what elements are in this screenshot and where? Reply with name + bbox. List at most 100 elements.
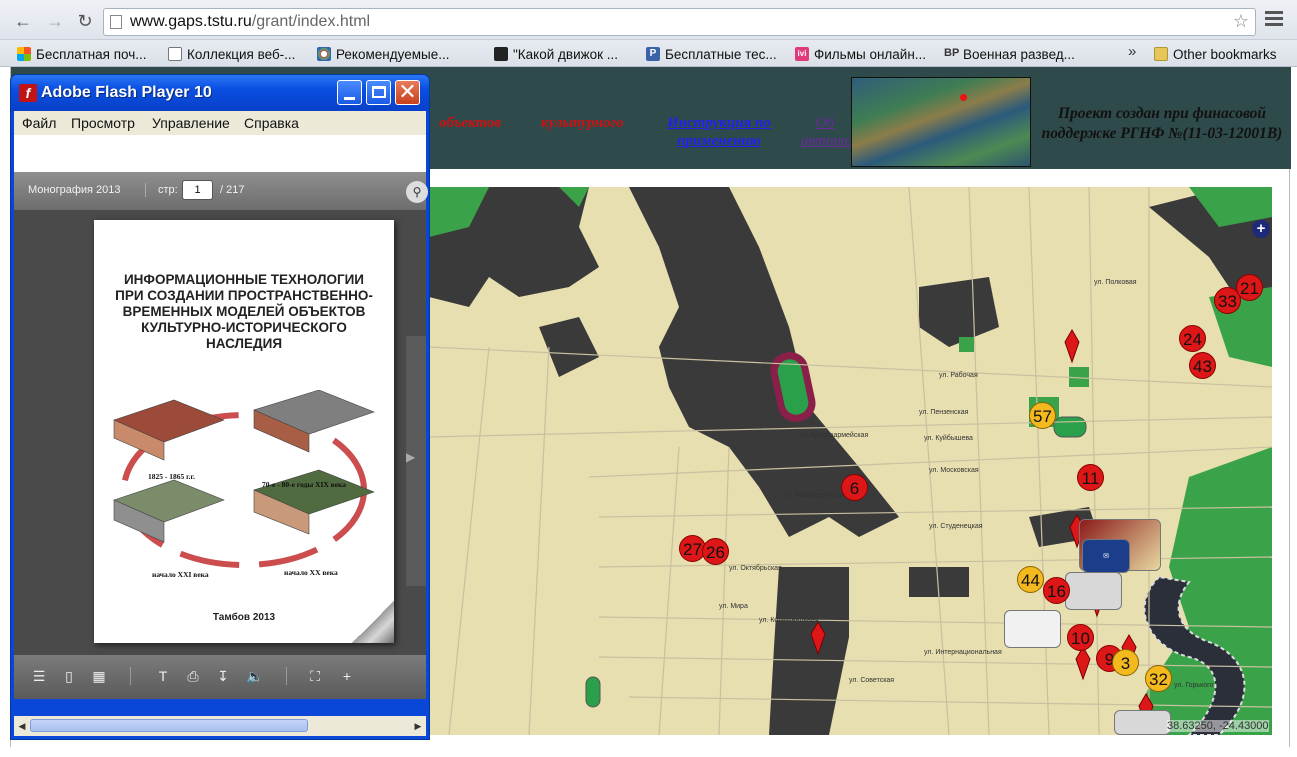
url-text: www.gaps.tstu.ru/grant/index.html xyxy=(130,13,371,30)
bookmark-item[interactable]: ivi Фильмы онлайн... xyxy=(795,45,926,63)
zoom-in-icon[interactable]: + xyxy=(338,667,356,685)
map-marker[interactable]: 24 xyxy=(1179,325,1206,352)
back-arrow-icon[interactable]: ← xyxy=(12,10,34,32)
reload-icon[interactable]: ↻ xyxy=(74,10,96,32)
graduation-cap-icon[interactable] xyxy=(1065,572,1122,610)
map-marker[interactable]: 21 xyxy=(1236,274,1263,301)
text-select-icon[interactable]: T xyxy=(154,667,172,685)
bp-icon: BP xyxy=(944,47,960,59)
book-title: ИНФОРМАЦИОННЫЕ ТЕХНОЛОГИИ ПРИ СОЗДАНИИ П… xyxy=(115,272,373,351)
street-label: ул. Рабочая xyxy=(939,372,978,379)
minimize-button[interactable] xyxy=(337,80,362,105)
scroll-left-icon[interactable]: ◀ xyxy=(15,719,29,733)
map-marker[interactable]: 32 xyxy=(1145,665,1172,692)
download-icon[interactable]: ↧ xyxy=(214,667,232,685)
bookmark-item[interactable]: Рекомендуемые... xyxy=(317,45,449,63)
map-marker[interactable]: 26 xyxy=(702,538,729,565)
graduation-cap-icon[interactable] xyxy=(1114,710,1171,735)
viewer-stage[interactable]: ИНФОРМАЦИОННЫЕ ТЕХНОЛОГИИ ПРИ СОЗДАНИИ П… xyxy=(14,210,426,655)
zoom-in-button[interactable]: + xyxy=(1252,220,1270,238)
print-icon[interactable]: ⎙ xyxy=(184,667,202,685)
scroll-right-icon[interactable]: ▶ xyxy=(411,719,425,733)
street-label: ул. Куйбышева xyxy=(924,435,973,442)
maximize-button[interactable] xyxy=(366,80,391,105)
nav-instructions-link[interactable]: Инструкция по применению xyxy=(659,114,779,150)
map-marker[interactable]: 16 xyxy=(1043,577,1070,604)
document-title: Монография 2013 xyxy=(28,184,121,196)
sound-icon[interactable]: 🔈 xyxy=(246,667,264,685)
single-page-icon[interactable]: ▯ xyxy=(60,667,78,685)
street-label: ул. Горького xyxy=(1174,682,1214,689)
address-bar[interactable]: www.gaps.tstu.ru/grant/index.html ☆ xyxy=(103,8,1256,36)
fullscreen-icon[interactable]: ⛶ xyxy=(306,667,324,685)
street-label: ул. Московская xyxy=(929,467,979,474)
book-city-year: Тамбов 2013 xyxy=(212,612,276,623)
book-cover-page[interactable]: ИНФОРМАЦИОННЫЕ ТЕХНОЛОГИИ ПРИ СОЗДАНИИ П… xyxy=(94,220,394,643)
folder-icon xyxy=(1154,47,1168,61)
toolbar-divider xyxy=(286,667,287,685)
book-cover-illustration: 1825 - 1865 г.г. 70-е - 80-е годы XIX ве… xyxy=(104,389,384,580)
menu-file[interactable]: Файл xyxy=(22,115,56,131)
map-marker[interactable]: 57 xyxy=(1029,402,1056,429)
street-label: ул. Красноармейская xyxy=(799,432,869,439)
viewer-bottom-toolbar: ☰ ▯ ▦ T ⎙ ↧ 🔈 ⛶ + xyxy=(14,655,426,699)
menu-icon[interactable] xyxy=(1265,8,1283,30)
bookmark-item[interactable]: Коллекция веб-... xyxy=(168,45,295,63)
nav-about-link[interactable]: Об авторах xyxy=(801,114,855,150)
close-button[interactable]: ✕ xyxy=(395,80,420,105)
street-label: ул. Коммунальная xyxy=(759,617,819,624)
page-icon xyxy=(110,15,122,29)
coordinates-readout: 38.63250, -24.43000 xyxy=(1167,720,1269,732)
map-marker[interactable]: 43 xyxy=(1189,352,1216,379)
viewer-top-bar: Монография 2013 стр: 1 / 217 ⚲ xyxy=(14,172,428,210)
page-curl[interactable] xyxy=(352,601,394,643)
street-label: ул. Интернациональная xyxy=(924,649,1002,656)
page-icon xyxy=(168,47,182,61)
window-title-bar[interactable]: f Adobe Flash Player 10 ✕ xyxy=(11,75,429,111)
street-label: ул. Кавалерийская xyxy=(784,492,845,499)
map-marker[interactable]: 11 xyxy=(1077,464,1104,491)
page-label: стр: xyxy=(158,184,178,196)
street-label: ул. Советская xyxy=(849,677,895,684)
street-label: ул. Полковая xyxy=(1094,279,1137,286)
world-map-image xyxy=(851,77,1031,167)
flash-menu-bar: Файл Просмотр Управление Справка xyxy=(14,111,426,135)
bookmark-item[interactable]: P Бесплатные тес... xyxy=(646,45,777,63)
windows-icon xyxy=(17,47,31,61)
other-bookmarks[interactable]: Other bookmarks xyxy=(1154,45,1277,63)
portrait-photo[interactable] xyxy=(1004,610,1061,648)
bookmark-item[interactable]: "Какой движок ... xyxy=(494,45,618,63)
flash-blank-area xyxy=(14,135,426,172)
caption-period: 1825 - 1865 г.г. xyxy=(148,472,195,481)
search-icon[interactable]: ⚲ xyxy=(406,181,428,203)
bookmark-item[interactable]: BP Военная развед... xyxy=(944,45,1075,63)
map-marker[interactable]: 44 xyxy=(1017,566,1044,593)
menu-help[interactable]: Справка xyxy=(244,115,299,131)
horizontal-scrollbar[interactable]: ◀ ▶ xyxy=(14,716,426,736)
city-map[interactable]: ул. Рабочая ул. Пензенская ул. Куйбышева… xyxy=(429,187,1272,735)
menu-control[interactable]: Управление xyxy=(152,115,230,131)
bookmark-star-icon[interactable]: ☆ xyxy=(1233,11,1249,32)
map-marker[interactable]: 10 xyxy=(1067,624,1094,651)
wiki-icon xyxy=(317,47,331,61)
location-pin-icon xyxy=(960,94,967,101)
menu-view[interactable]: Просмотр xyxy=(71,115,135,131)
flash-player-window: f Adobe Flash Player 10 ✕ Файл Просмотр … xyxy=(10,74,430,740)
nav-objects[interactable]: объектов xyxy=(439,114,501,132)
p-icon: P xyxy=(646,47,660,61)
document-viewer: Монография 2013 стр: 1 / 217 ⚲ ИНФОРМАЦИ… xyxy=(14,172,428,699)
caption-period: начало XX века xyxy=(284,568,338,577)
page-number-input[interactable]: 1 xyxy=(182,180,213,200)
post-office-icon[interactable]: ✉ xyxy=(1082,539,1130,573)
street-label: ул. Октябрьская xyxy=(729,565,782,572)
next-page-arrow-icon[interactable]: ▶ xyxy=(406,450,415,464)
map-marker[interactable]: 3 xyxy=(1112,649,1139,676)
map-marker[interactable]: 6 xyxy=(841,474,868,501)
more-bookmarks-chevron-icon[interactable]: » xyxy=(1128,43,1136,60)
grid-view-icon[interactable]: ▦ xyxy=(90,667,108,685)
list-view-icon[interactable]: ☰ xyxy=(30,667,48,685)
forward-arrow-icon[interactable]: → xyxy=(44,10,66,32)
scroll-thumb[interactable] xyxy=(30,719,308,732)
bookmark-item[interactable]: Бесплатная поч... xyxy=(17,45,147,63)
nav-cultural[interactable]: культурного xyxy=(541,114,624,132)
